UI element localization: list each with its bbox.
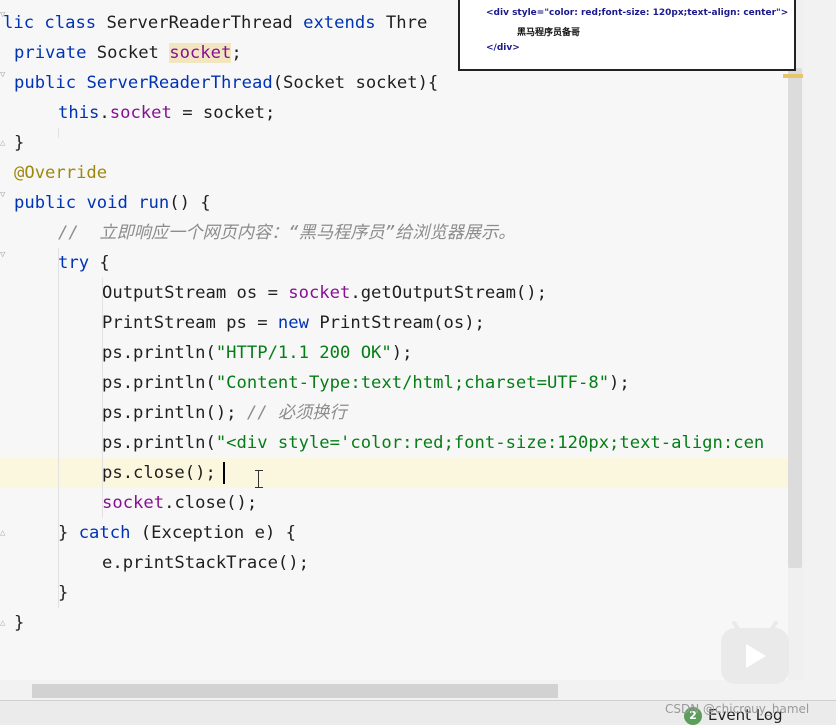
- code-token: new: [277, 313, 320, 333]
- code-token: PrintStream(os);: [319, 313, 485, 333]
- code-token: }: [58, 523, 79, 543]
- code-line[interactable]: e.printStackTrace();: [102, 548, 309, 578]
- code-token: ps.println(: [102, 373, 216, 393]
- code-token: }: [14, 133, 25, 153]
- code-token: class: [44, 13, 107, 33]
- code-token: PrintStream ps =: [102, 313, 278, 333]
- code-token: private: [14, 43, 97, 63]
- popup-tag-open: <div style=": [486, 8, 550, 18]
- text-caret: [223, 462, 225, 484]
- fold-end-icon[interactable]: △: [0, 528, 8, 538]
- code-token: lic: [3, 13, 45, 33]
- fold-end-icon[interactable]: △: [0, 138, 8, 148]
- code-token: () {: [169, 193, 211, 213]
- error-stripe-marker[interactable]: [783, 74, 803, 78]
- code-line[interactable]: ps.println("HTTP/1.1 200 OK");: [102, 338, 412, 368]
- code-token: public: [14, 193, 87, 213]
- code-token: Socket: [96, 43, 170, 63]
- fold-marker-icon[interactable]: ▽: [0, 70, 8, 80]
- code-token: {: [99, 253, 110, 273]
- code-line[interactable]: ps.println(); // 必须换行: [102, 398, 347, 428]
- code-line[interactable]: public ServerReaderThread(Socket socket)…: [14, 68, 438, 98]
- code-token: socket: [288, 283, 351, 303]
- code-line[interactable]: public void run() {: [14, 188, 211, 218]
- code-token: socket: [102, 493, 165, 513]
- code-token: ServerReaderThread: [106, 13, 304, 33]
- code-token: run: [138, 193, 170, 213]
- code-line[interactable]: } catch (Exception e) {: [58, 518, 296, 548]
- code-token: ps.close();: [102, 463, 216, 483]
- ibeam-cursor-icon: [255, 470, 263, 488]
- code-token: ps.println();: [102, 403, 247, 423]
- code-line[interactable]: PrintStream ps = new PrintStream(os);: [102, 308, 485, 338]
- code-token: ;: [231, 43, 242, 63]
- code-token: // 必须换行: [246, 403, 347, 423]
- code-line[interactable]: this.socket = socket;: [58, 98, 275, 128]
- code-token: socket: [169, 43, 232, 63]
- code-token: .getOutputStream();: [350, 283, 547, 303]
- code-token: public: [14, 73, 87, 93]
- popup-line-open-div: <div style="color: red;font-size: 120px;…: [486, 8, 788, 18]
- popup-tag-close: ">: [776, 8, 789, 18]
- fold-marker-icon[interactable]: ▽: [0, 190, 8, 200]
- code-token: extends: [303, 13, 386, 33]
- code-line[interactable]: @Override: [14, 158, 107, 188]
- code-line[interactable]: private Socket socket;: [14, 38, 242, 68]
- code-line[interactable]: try {: [58, 248, 110, 278]
- code-line[interactable]: ps.println("<div style='color:red;font-s…: [102, 428, 764, 458]
- watermark-text: CSDN @chicrouy_hamel: [665, 702, 810, 716]
- vertical-scrollbar-thumb[interactable]: [788, 68, 802, 568]
- code-line[interactable]: // 立即响应一个网页内容：“黑马程序员”给浏览器展示。: [58, 218, 515, 248]
- code-line[interactable]: }: [58, 578, 68, 608]
- code-token: "HTTP/1.1 200 OK": [215, 343, 392, 363]
- popup-line-close-div: </div>: [486, 43, 520, 53]
- code-token: Thre: [385, 13, 428, 33]
- code-token: .close();: [164, 493, 258, 513]
- code-editor[interactable]: ▽ ▽ △ ▽ ▽ △ △ lic class ServerReaderThre…: [0, 0, 804, 700]
- popup-line-content: 黑马程序员备哥: [517, 28, 581, 38]
- code-token: catch: [78, 523, 141, 543]
- code-line[interactable]: }: [14, 608, 24, 638]
- code-token: .: [99, 103, 110, 123]
- code-token: "<div style='color:red;font-size:120px;t…: [215, 433, 765, 453]
- code-token: try: [58, 253, 100, 273]
- code-token: socket: [109, 103, 172, 123]
- code-line[interactable]: socket.close();: [102, 488, 257, 518]
- fold-end-icon[interactable]: △: [0, 618, 8, 628]
- code-line[interactable]: OutputStream os = socket.getOutputStream…: [102, 278, 547, 308]
- fold-marker-icon[interactable]: ▽: [0, 250, 8, 260]
- horizontal-scrollbar-thumb[interactable]: [32, 684, 558, 698]
- code-token: void: [86, 193, 139, 213]
- code-token: @Override: [14, 163, 108, 183]
- code-token: }: [14, 613, 25, 633]
- indent-guide: [58, 128, 59, 138]
- popup-style-value: color: red;font-size: 120px;text-align: …: [549, 8, 777, 18]
- code-token: ServerReaderThread: [86, 73, 273, 93]
- code-token: e.printStackTrace();: [102, 553, 309, 573]
- code-token: (Socket socket){: [272, 73, 439, 93]
- code-token: ps.println(: [102, 433, 216, 453]
- code-token: ps.println(: [102, 343, 216, 363]
- code-line[interactable]: ps.close();: [102, 458, 216, 488]
- code-token: );: [391, 343, 413, 363]
- code-line[interactable]: ps.println("Content-Type:text/html;chars…: [102, 368, 630, 398]
- code-token: OutputStream os =: [102, 283, 289, 303]
- code-token: );: [609, 373, 630, 393]
- code-token: // 立即响应一个网页内容：“黑马程序员”给浏览器展示。: [58, 223, 516, 243]
- code-line[interactable]: lic class ServerReaderThread extends Thr…: [3, 8, 427, 38]
- code-token: this: [58, 103, 100, 123]
- right-gutter: [804, 0, 836, 700]
- code-token: (Exception e) {: [140, 523, 297, 543]
- code-token: = socket;: [171, 103, 276, 123]
- play-button-icon[interactable]: [721, 620, 789, 684]
- code-token: }: [58, 583, 69, 603]
- code-token: "Content-Type:text/html;charset=UTF-8": [215, 373, 610, 393]
- browser-preview-popup: <div style="color: red;font-size: 120px;…: [458, 0, 796, 71]
- code-line[interactable]: }: [14, 128, 24, 158]
